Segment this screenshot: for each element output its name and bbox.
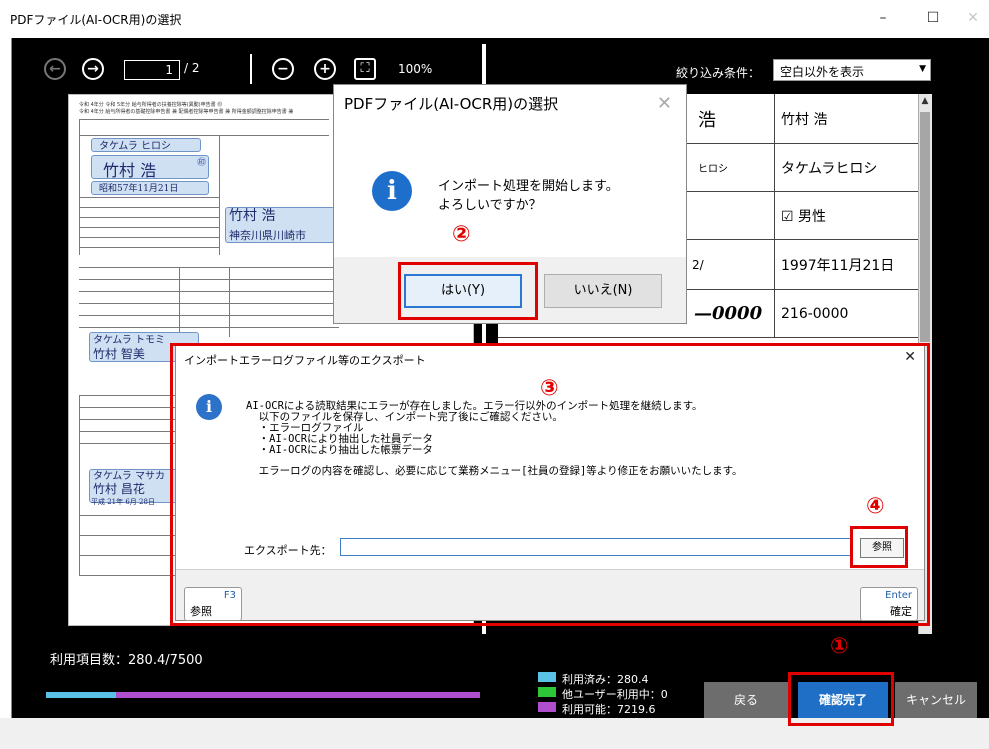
doc-address: 神奈川県川崎市 bbox=[229, 229, 306, 242]
scroll-up-icon[interactable]: ▲ bbox=[919, 96, 931, 108]
info-icon: i bbox=[372, 171, 412, 211]
window-left-edge bbox=[0, 38, 12, 718]
filter-dropdown[interactable]: 空白以外を表示 ▼ bbox=[773, 59, 931, 81]
legend-used-swatch bbox=[538, 672, 556, 682]
page-number-input[interactable]: 1 bbox=[124, 60, 180, 80]
maximize-icon[interactable]: ☐ bbox=[918, 8, 948, 28]
usage-progress-used bbox=[46, 692, 116, 698]
back-icon[interactable]: ← bbox=[44, 58, 66, 80]
grid-row-value[interactable]: タケムラヒロシ bbox=[774, 144, 918, 192]
doc-birth: 昭和57年11月21日 bbox=[99, 184, 179, 194]
annotation-number-3: ③ bbox=[540, 376, 559, 401]
back-button[interactable]: 戻る bbox=[704, 682, 788, 718]
doc-header-1: 令和 4年分 令和 5年分 給与所得者の扶養控除等(異動)申告書 ㊞ bbox=[79, 102, 223, 108]
msgbox-title: PDFファイル(AI-OCR用)の選択 bbox=[344, 95, 559, 113]
window-title: PDFファイル(AI-OCR用)の選択 bbox=[10, 13, 182, 27]
legend-others-label: 他ユーザー利用中：0 bbox=[562, 688, 668, 701]
legend-available-label: 利用可能：7219.6 bbox=[562, 703, 656, 716]
doc-name: 竹村 浩 bbox=[103, 161, 157, 180]
annotation-box-4 bbox=[850, 526, 908, 568]
close-icon[interactable]: ✕ bbox=[958, 8, 988, 28]
annotation-number-1: ① bbox=[830, 634, 849, 659]
doc-dependent: 竹村 智美 bbox=[93, 347, 145, 361]
cancel-button[interactable]: キャンセル bbox=[895, 682, 977, 718]
annotation-box-1 bbox=[788, 672, 894, 726]
chevron-down-icon: ▼ bbox=[919, 64, 926, 74]
doc-date-2: 平成 21年 6月 28日 bbox=[91, 498, 155, 506]
fit-page-icon[interactable]: ⛶ bbox=[354, 58, 376, 80]
grid-row-value[interactable]: 1997年11月21日 bbox=[774, 240, 918, 290]
annotation-number-2: ② bbox=[452, 222, 471, 247]
minimize-icon[interactable]: – bbox=[868, 8, 898, 28]
grid-row-value[interactable]: ☑ 男性 bbox=[774, 192, 918, 240]
forward-icon[interactable]: → bbox=[82, 58, 104, 80]
close-icon[interactable]: ✕ bbox=[657, 93, 672, 114]
no-button[interactable]: いいえ(N) bbox=[544, 274, 662, 308]
filter-selected-value: 空白以外を表示 bbox=[780, 65, 865, 79]
page-total: / 2 bbox=[184, 61, 200, 75]
doc-kana-name: タケムラ ヒロシ bbox=[99, 141, 171, 152]
usage-count: 利用項目数：280.4/7500 bbox=[50, 653, 203, 668]
annotation-number-4: ④ bbox=[866, 494, 885, 519]
filter-label: 絞り込み条件： bbox=[676, 66, 761, 80]
legend-used-label: 利用済み：280.4 bbox=[562, 673, 649, 686]
doc-stamp: ㊞ bbox=[197, 158, 207, 168]
legend-available-swatch bbox=[538, 702, 556, 712]
doc-dependent-2: 竹村 昌花 bbox=[93, 482, 145, 496]
zoom-in-icon[interactable]: + bbox=[314, 58, 336, 80]
grid-row-value[interactable]: 216-0000 bbox=[774, 290, 918, 338]
zoom-out-icon[interactable]: − bbox=[272, 58, 294, 80]
toolbar-separator bbox=[250, 54, 252, 84]
grid-scrollbar-thumb[interactable] bbox=[920, 112, 930, 342]
title-bar: PDFファイル(AI-OCR用)の選択 – ☐ ✕ bbox=[0, 0, 989, 38]
legend-others-swatch bbox=[538, 687, 556, 697]
msgbox-message: インポート処理を開始します。 よろしいですか？ bbox=[438, 179, 619, 213]
grid-row-value[interactable]: 竹村 浩 bbox=[774, 94, 918, 144]
doc-name-2: 竹村 浩 bbox=[229, 208, 276, 224]
doc-header-2: 令和 4年分 給与所得者の基礎控除申告書 兼 配偶者控除等申告書 兼 所得金額調… bbox=[79, 109, 294, 115]
doc-kana-dependent: タケムラ トモミ bbox=[93, 335, 165, 346]
zoom-level: 100% bbox=[398, 62, 433, 76]
annotation-box-2 bbox=[398, 262, 538, 320]
